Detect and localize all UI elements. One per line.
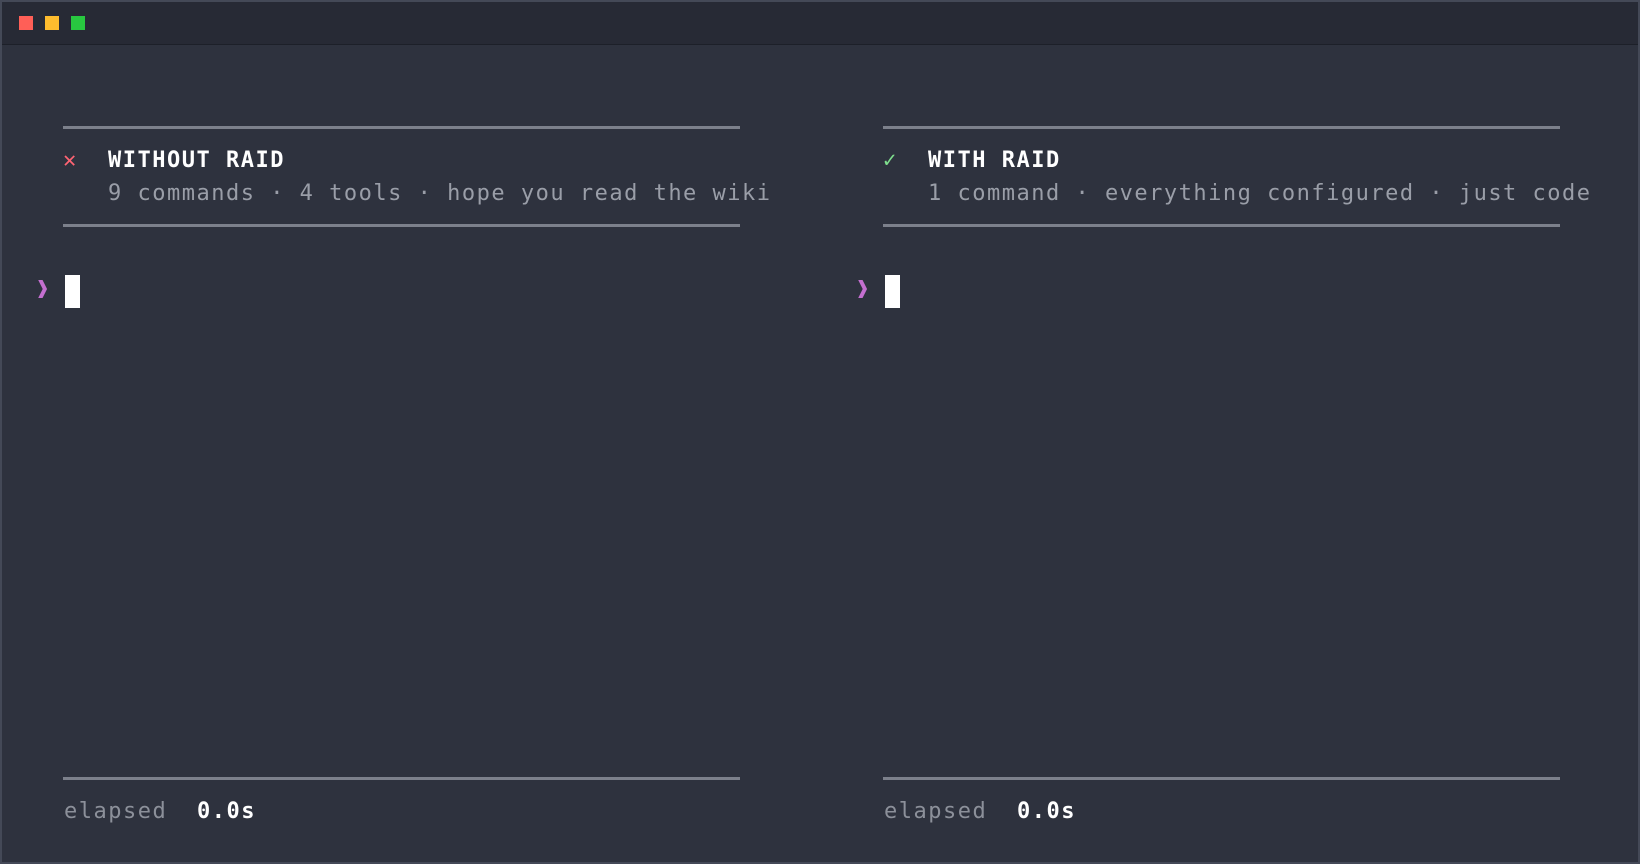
- footer-divider: [63, 777, 740, 780]
- header-top-divider: [63, 126, 740, 129]
- pane-subtitle: 1 command · everything configured · just…: [928, 181, 1592, 206]
- pane-without-raid: ✕ WITHOUT RAID 9 commands · 4 tools · ho…: [2, 2, 770, 862]
- prompt-chevron-icon: ❱: [856, 277, 870, 302]
- terminal-window: ✕ WITHOUT RAID 9 commands · 4 tools · ho…: [0, 0, 1640, 864]
- footer-divider: [883, 777, 1560, 780]
- pane-subtitle: 9 commands · 4 tools · hope you read the…: [108, 181, 772, 206]
- check-icon: ✓: [883, 148, 897, 173]
- pane-title: WITHOUT RAID: [108, 148, 285, 173]
- pane-title: WITH RAID: [928, 148, 1061, 173]
- elapsed-label: elapsed: [884, 799, 988, 824]
- elapsed-value: 0.0s: [1017, 799, 1076, 824]
- elapsed-value: 0.0s: [197, 799, 256, 824]
- header-bottom-divider: [63, 224, 740, 227]
- header-top-divider: [883, 126, 1560, 129]
- header-bottom-divider: [883, 224, 1560, 227]
- elapsed-label: elapsed: [64, 799, 168, 824]
- terminal-cursor[interactable]: [885, 275, 900, 308]
- prompt-chevron-icon: ❱: [36, 277, 50, 302]
- terminal-cursor[interactable]: [65, 275, 80, 308]
- x-icon: ✕: [63, 148, 77, 173]
- pane-with-raid: ✓ WITH RAID 1 command · everything confi…: [822, 2, 1590, 862]
